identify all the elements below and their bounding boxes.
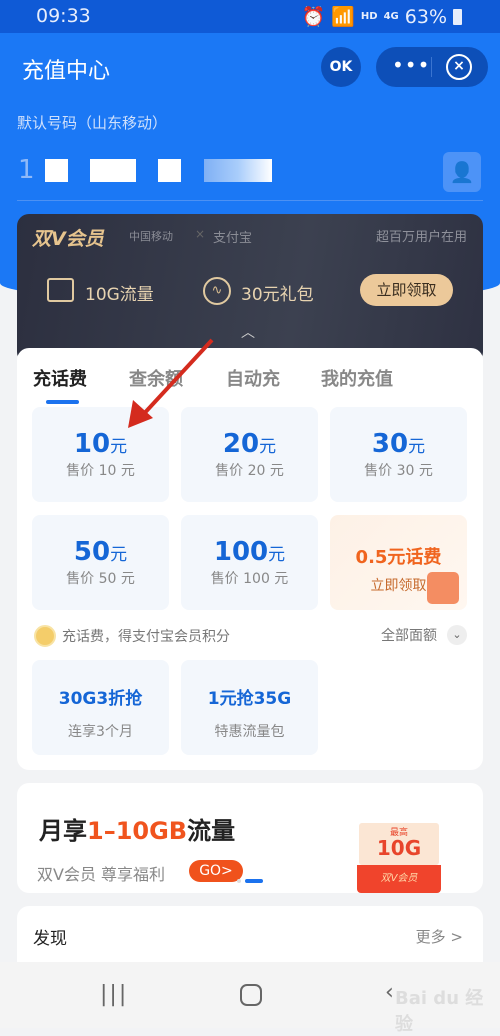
arrow-head xyxy=(128,400,153,428)
annotation-arrow xyxy=(128,338,214,428)
arrow-shaft xyxy=(138,338,214,420)
